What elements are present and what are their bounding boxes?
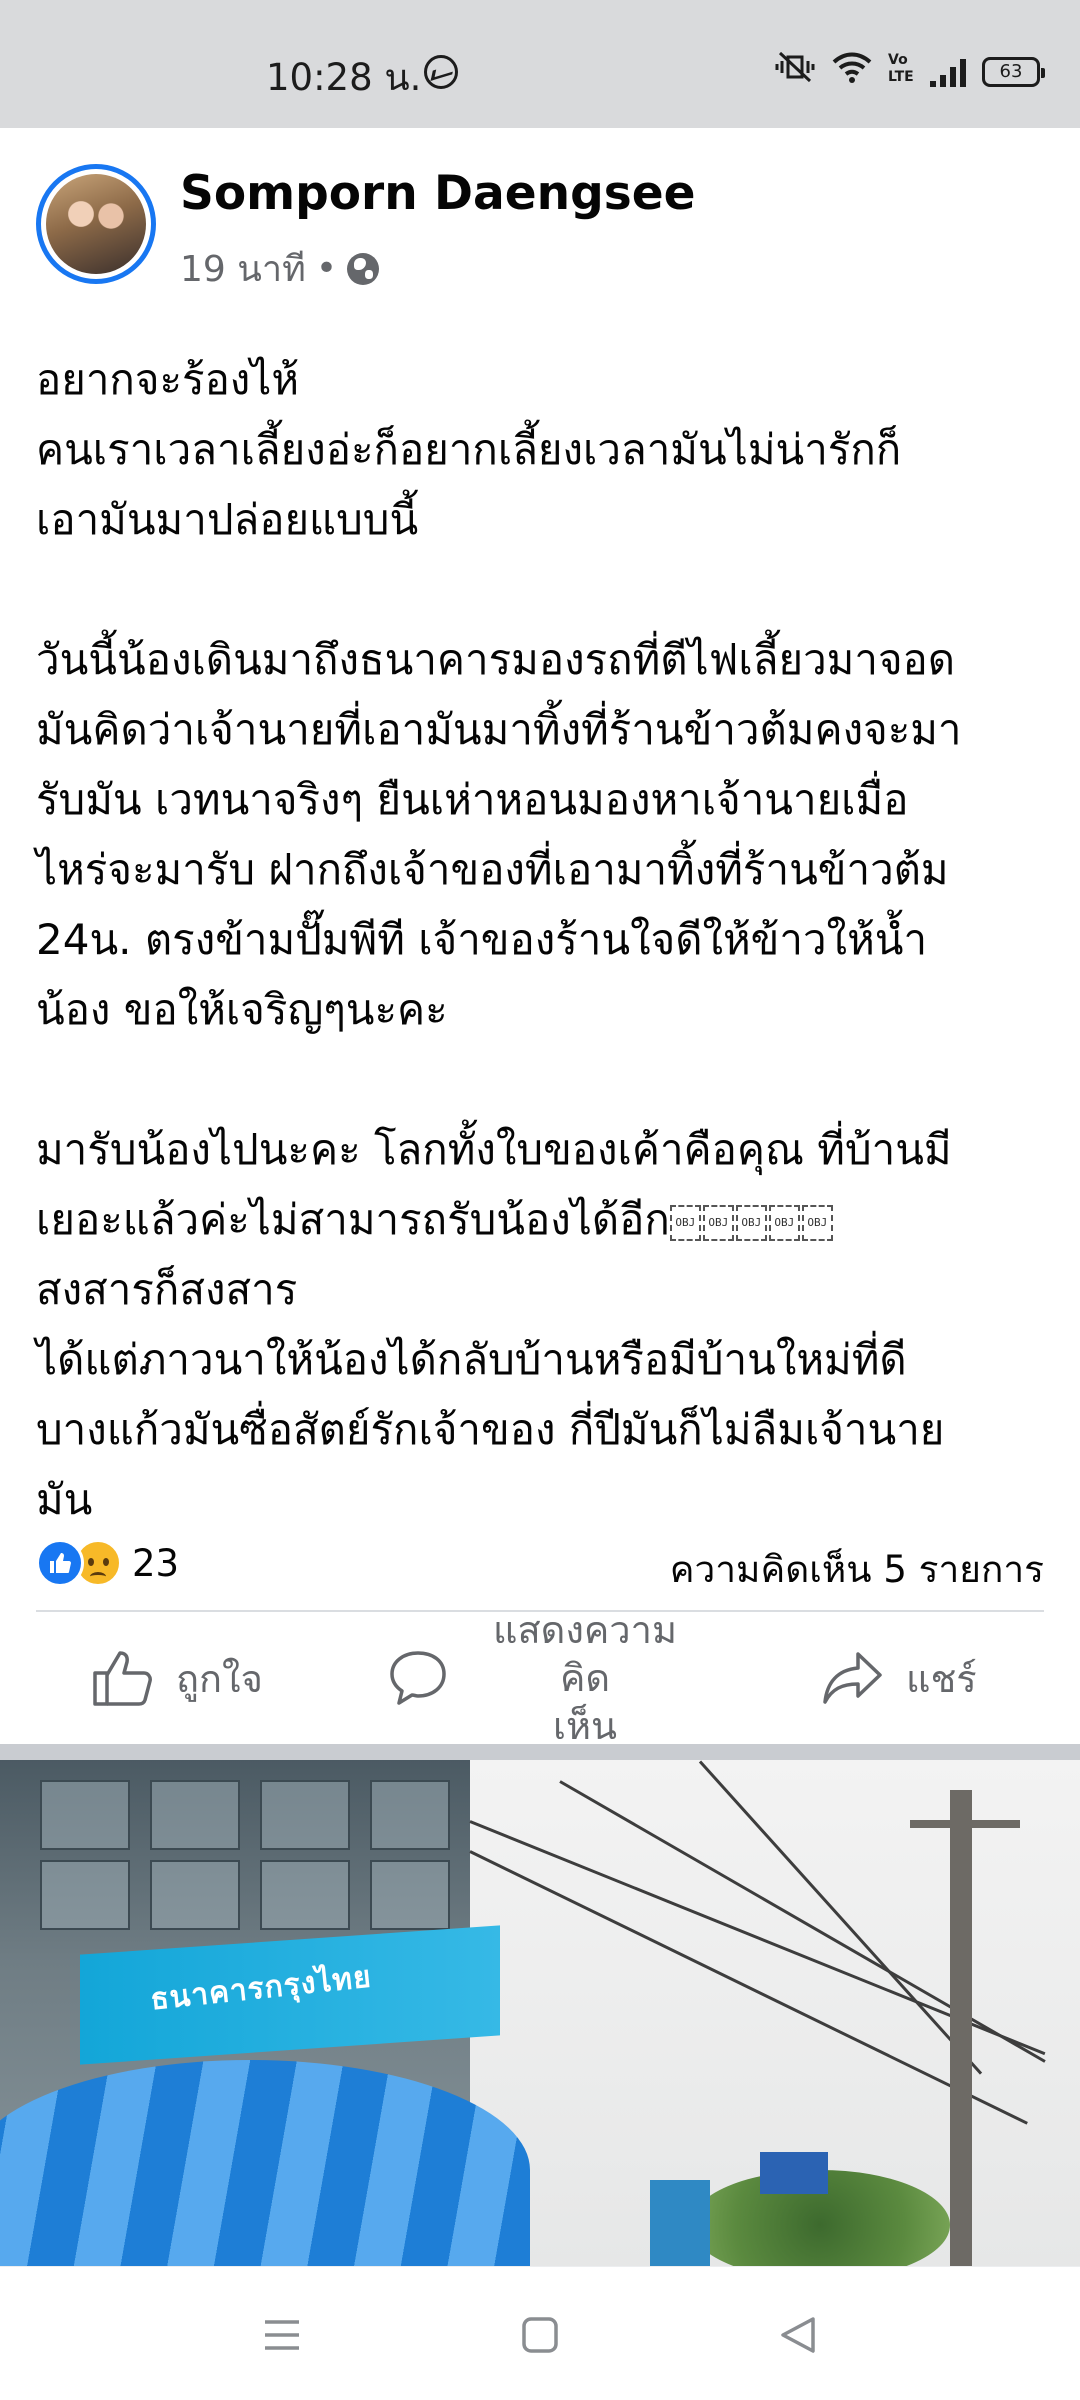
post-line: วันนี้น้องเดินมาถึงธนาคารมองรถที่ตีไฟเลี… [36,635,956,684]
status-icons: Vo LTE 63 [774,50,1045,95]
post-line: ไหร่จะมารับ ฝากถึงเจ้าของที่เอามาทิ้งที่… [36,845,949,894]
avatar-photo [46,174,146,274]
like-button[interactable]: ถูกใจ [92,1628,263,1728]
post-line: น้อง ขอให้เจริญๆนะคะ [36,985,448,1034]
photo-window [370,1780,450,1850]
battery-icon: 63 [982,57,1045,87]
thumbs-up-icon [93,1651,152,1706]
recents-button[interactable] [252,2307,312,2363]
post-meta: 19 นาที • [180,240,380,297]
missing-emoji-icon: OBJ [669,1204,701,1241]
feed-separator [0,1744,1080,1760]
status-time: 10:28 น. [266,56,422,99]
back-button[interactable] [768,2307,828,2363]
missing-emoji-icon: OBJ [801,1204,833,1241]
author-name[interactable]: Somporn Daengsee [180,166,696,221]
comment-label-line: แสดงความคิด [492,1608,678,1700]
volte-icon: Vo LTE [888,50,914,95]
photo-kiosk [650,2180,710,2266]
meta-separator: • [315,248,338,289]
photo-window [260,1860,350,1930]
photo-window [150,1780,240,1850]
home-square-icon [522,2317,558,2353]
comment-button[interactable]: แสดงความคิด เห็น [388,1608,700,1748]
reactions-summary[interactable]: 23 [36,1538,179,1588]
missing-emoji-icon: OBJ [768,1204,800,1241]
post-line-text: เยอะแล้วค่ะไม่สามารถรับน้องได้อีก [36,1195,670,1244]
photo-window [40,1860,130,1930]
photo-window [370,1860,450,1930]
post-photo[interactable]: ธนาคารกรุงไทย [0,1760,1080,2266]
like-label: ถูกใจ [176,1656,263,1701]
post-paragraph: อยากจะร้องไห้ คนเราเวลาเลี้ยงอ่ะก็อยากเล… [36,345,1046,555]
comment-count[interactable]: ความคิดเห็น 5 รายการ [670,1540,1044,1599]
comment-label: แสดงความคิด เห็น [470,1606,700,1750]
post-line: ได้แต่ภาวนาให้น้องได้กลับบ้านหรือมีบ้านใ… [36,1335,907,1384]
wifi-icon [832,51,872,94]
post-line: 24น. ตรงข้ามปั๊มพีที เจ้าของร้านใจดีให้ข… [36,915,928,964]
post-line: มัน [36,1475,93,1524]
photo-crossbar [910,1820,1020,1828]
post-text: อยากจะร้องไห้ คนเราเวลาเลี้ยงอ่ะก็อยากเล… [36,345,1046,1535]
share-arrow-icon [823,1652,882,1704]
post-line: อยากจะร้องไห้ [36,355,300,404]
post-paragraph: วันนี้น้องเดินมาถึงธนาคารมองรถที่ตีไฟเลี… [36,625,1046,1045]
svg-text:Vo: Vo [888,52,908,68]
post-paragraph: มารับน้องไปนะคะ โลกทั้งใบของเค้าคือคุณ ท… [36,1115,1046,1535]
share-label: แชร์ [906,1656,977,1701]
menu-icon [265,2320,299,2350]
back-triangle-icon [781,2317,815,2353]
svg-text:LTE: LTE [888,69,914,84]
post-line: บางแก้วมันซื่อสัตย์รักเจ้าของ กี่ปีมันก็… [36,1405,945,1454]
signal-icon [930,57,966,87]
photo-window [40,1780,130,1850]
post-line: รับมัน เวทนาจริงๆ ยืนเห่าหอนมองหาเจ้านาย… [36,775,909,824]
comment-icon [390,1651,446,1705]
post-line: มันคิดว่าเจ้านายที่เอามันมาทิ้งที่ร้านข้… [36,705,962,754]
post-time[interactable]: 19 นาที [180,240,306,297]
post-line: เอามันมาปล่อยแบบนี้ [36,495,419,544]
post-line-with-emoji: เยอะแล้วค่ะไม่สามารถรับน้องได้อีก OBJ OBJ O… [36,1185,1046,1255]
reaction-count: 23 [132,1541,180,1585]
share-button[interactable]: แชร์ [822,1628,977,1728]
messenger-icon [424,55,458,89]
photo-pole [950,1790,972,2266]
photo-window [150,1860,240,1930]
like-reaction-icon [36,1539,84,1587]
post-line: คนเราเวลาเลี้ยงอ่ะก็อยากเลี้ยงเวลามันไม่… [36,425,902,474]
photo-shop-sign [760,2152,828,2194]
status-bar: 10:28 น. Vo LTE 63 [0,0,1080,128]
system-nav-bar [0,2266,1080,2400]
globe-icon [347,252,380,285]
vibrate-mute-icon [774,51,816,94]
photo-window [260,1780,350,1850]
author-avatar[interactable] [36,164,156,284]
home-button[interactable] [510,2307,570,2363]
post-line: มารับน้องไปนะคะ โลกทั้งใบของเค้าคือคุณ ท… [36,1125,952,1174]
missing-emoji-icon: OBJ [702,1204,734,1241]
post-line: สงสารก็สงสาร [36,1265,298,1314]
missing-emoji-icon: OBJ [735,1204,767,1241]
comment-label-line: เห็น [552,1704,617,1748]
